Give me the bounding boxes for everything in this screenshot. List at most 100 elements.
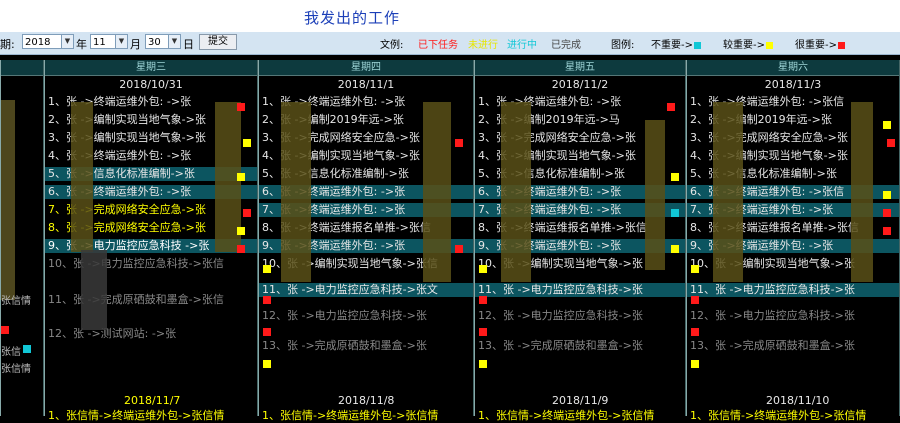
priority-marker	[691, 360, 699, 368]
toolbar: 期: 2018 ▼ 年 11 ▼ 月 30 ▼ 日 提交 文例: 已下任务 未进…	[0, 32, 900, 55]
day-date: 2018/11/2	[551, 78, 609, 91]
page-title: 我发出的工作	[304, 9, 401, 27]
task-item[interactable]: 11、张 ->完成原硒鼓和墨盒->张信	[45, 291, 257, 325]
priority-marker	[1, 326, 9, 334]
blurred-region	[71, 102, 93, 252]
priority-marker	[237, 173, 245, 181]
task-text: 12、张 ->电力监控应急科技->张	[478, 309, 643, 322]
priority-marker	[243, 139, 251, 147]
legend-high-swatch	[838, 41, 845, 49]
legend-high: 很重要->	[795, 36, 845, 51]
task-text: 11、张 ->完成原硒鼓和墨盒->张信	[48, 293, 224, 306]
day-select[interactable]: 30 ▼	[145, 34, 181, 49]
next-week-row: 2018/11/7 2018/11/8 2018/11/9 2018/11/10…	[0, 394, 900, 422]
task-text: 7、张 ->终端运维外包: ->张	[690, 203, 834, 216]
partial-item[interactable]: 张信情	[1, 292, 31, 307]
legend-low-text: 不重要->	[651, 40, 693, 51]
weekday-header: 星期四	[259, 60, 473, 76]
blurred-region	[81, 250, 107, 330]
chevron-down-icon: ▼	[61, 35, 73, 48]
task-text: 12、张 ->测试网站: ->张	[48, 327, 177, 340]
task-item[interactable]: 13、张 ->完成原硒鼓和墨盒->张	[475, 337, 685, 365]
task-text: 11、张 ->电力监控应急科技->张文	[262, 283, 438, 296]
task-text: 13、张 ->完成原硒鼓和墨盒->张	[262, 339, 427, 352]
priority-marker	[237, 245, 245, 253]
task-text: 12、张 ->电力监控应急科技->张	[690, 309, 855, 322]
legend-low: 不重要->	[651, 36, 701, 51]
blurred-region	[1, 100, 15, 300]
task-item[interactable]: 1、张信情->终端运维外包->张信情	[478, 407, 654, 423]
priority-marker	[479, 360, 487, 368]
priority-marker	[263, 360, 271, 368]
partial-item[interactable]: 张信情	[1, 360, 31, 375]
priority-marker	[479, 296, 487, 304]
month-value: 11	[93, 37, 106, 48]
task-item[interactable]: 1、张信情->终端运维外包->张信情	[262, 407, 438, 423]
task-text: 9、张 ->终端运维外包: ->张	[690, 239, 834, 252]
task-text: 6、张 ->终端运维外包: ->张	[48, 185, 192, 198]
legend-mid-text: 较重要->	[723, 40, 765, 51]
task-text: 10、张 ->电力监控应急科技->张信	[48, 257, 224, 270]
month-select[interactable]: 11 ▼	[90, 34, 128, 49]
priority-marker	[455, 139, 463, 147]
day-date: 2018/11/9	[552, 394, 609, 407]
task-text: 13、张 ->完成原硒鼓和墨盒->张	[478, 339, 643, 352]
calendar-column-sat: 星期六 2018/11/3 1、张 ->终端运维外包: ->张信 2、张 ->编…	[686, 60, 900, 416]
task-item[interactable]: 1、张信情->终端运维外包->张信情	[690, 407, 866, 423]
legend-mid: 较重要->	[723, 36, 773, 51]
calendar-column-thu: 星期四 2018/11/1 1、张 ->终端运维外包: ->张 2、张 ->编制…	[258, 60, 474, 416]
priority-marker	[883, 191, 891, 199]
priority-marker	[263, 265, 271, 273]
task-text: 11、张 ->电力监控应急科技->张	[690, 283, 855, 296]
status-notstarted: 未进行	[468, 40, 498, 51]
task-text: 11、张 ->电力监控应急科技->张	[478, 283, 643, 296]
priority-marker	[263, 328, 271, 336]
legend-high-text: 很重要->	[795, 40, 837, 51]
task-text: 4、张 ->终端运维外包: ->张	[48, 149, 192, 162]
task-item[interactable]: 13、张 ->完成原硒鼓和墨盒->张	[687, 337, 899, 365]
task-item[interactable]: 12、张 ->测试网站: ->张	[45, 325, 257, 343]
task-item[interactable]: 12、张 ->电力监控应急科技->张	[687, 307, 899, 337]
task-text: 12、张 ->电力监控应急科技->张	[262, 309, 427, 322]
task-text: 6、张 ->终端运维外包: ->张	[478, 185, 622, 198]
task-text: 1、张 ->终端运维外包: ->张	[478, 95, 622, 108]
task-item[interactable]: 1、张信情->终端运维外包->张信情	[48, 407, 224, 423]
task-item[interactable]: 11、张 ->电力监控应急科技->张文	[259, 281, 473, 307]
status-overdue: 已下任务	[418, 40, 458, 51]
legend-text-label: 文例:	[380, 40, 404, 51]
task-item[interactable]: 12、张 ->电力监控应急科技->张	[259, 307, 473, 337]
submit-button[interactable]: 提交	[199, 34, 237, 50]
day-date: 2018/11/1	[337, 78, 395, 91]
blurred-region	[645, 120, 665, 270]
title-bar: 我发出的工作	[0, 0, 900, 32]
year-select[interactable]: 2018 ▼	[22, 34, 74, 49]
priority-marker	[883, 209, 891, 217]
task-item[interactable]: 11、张 ->电力监控应急科技->张	[475, 281, 685, 307]
priority-marker	[883, 227, 891, 235]
status-inprogress: 进行中	[507, 40, 537, 51]
blurred-region	[423, 102, 451, 282]
weekday-header	[1, 60, 43, 76]
priority-marker	[237, 103, 245, 111]
legend-low-swatch	[694, 41, 701, 49]
priority-marker	[883, 121, 891, 129]
priority-marker	[671, 173, 679, 181]
priority-marker	[237, 227, 245, 235]
priority-marker	[691, 296, 699, 304]
blurred-region	[851, 102, 873, 282]
priority-marker	[887, 139, 895, 147]
task-item[interactable]: 10、张 ->电力监控应急科技->张信	[45, 255, 257, 291]
priority-marker	[671, 245, 679, 253]
task-item[interactable]: 11、张 ->电力监控应急科技->张	[687, 281, 899, 307]
status-done: 已完成	[551, 40, 581, 51]
priority-marker	[671, 209, 679, 217]
month-suffix: 月	[130, 38, 141, 51]
legend-mid-swatch	[766, 41, 773, 49]
partial-item[interactable]: 张信	[1, 343, 21, 358]
day-date: 2018/11/10	[766, 394, 830, 407]
calendar-grid: 张信情 张信 张信情 星期三 2018/10/31 1、张 ->终端运维外包: …	[0, 60, 900, 422]
calendar-column-fri: 星期五 2018/11/2 1、张 ->终端运维外包: ->张 2、张 ->编制…	[474, 60, 686, 416]
task-item[interactable]: 12、张 ->电力监控应急科技->张	[475, 307, 685, 337]
priority-marker	[243, 209, 251, 217]
task-item[interactable]: 13、张 ->完成原硒鼓和墨盒->张	[259, 337, 473, 365]
